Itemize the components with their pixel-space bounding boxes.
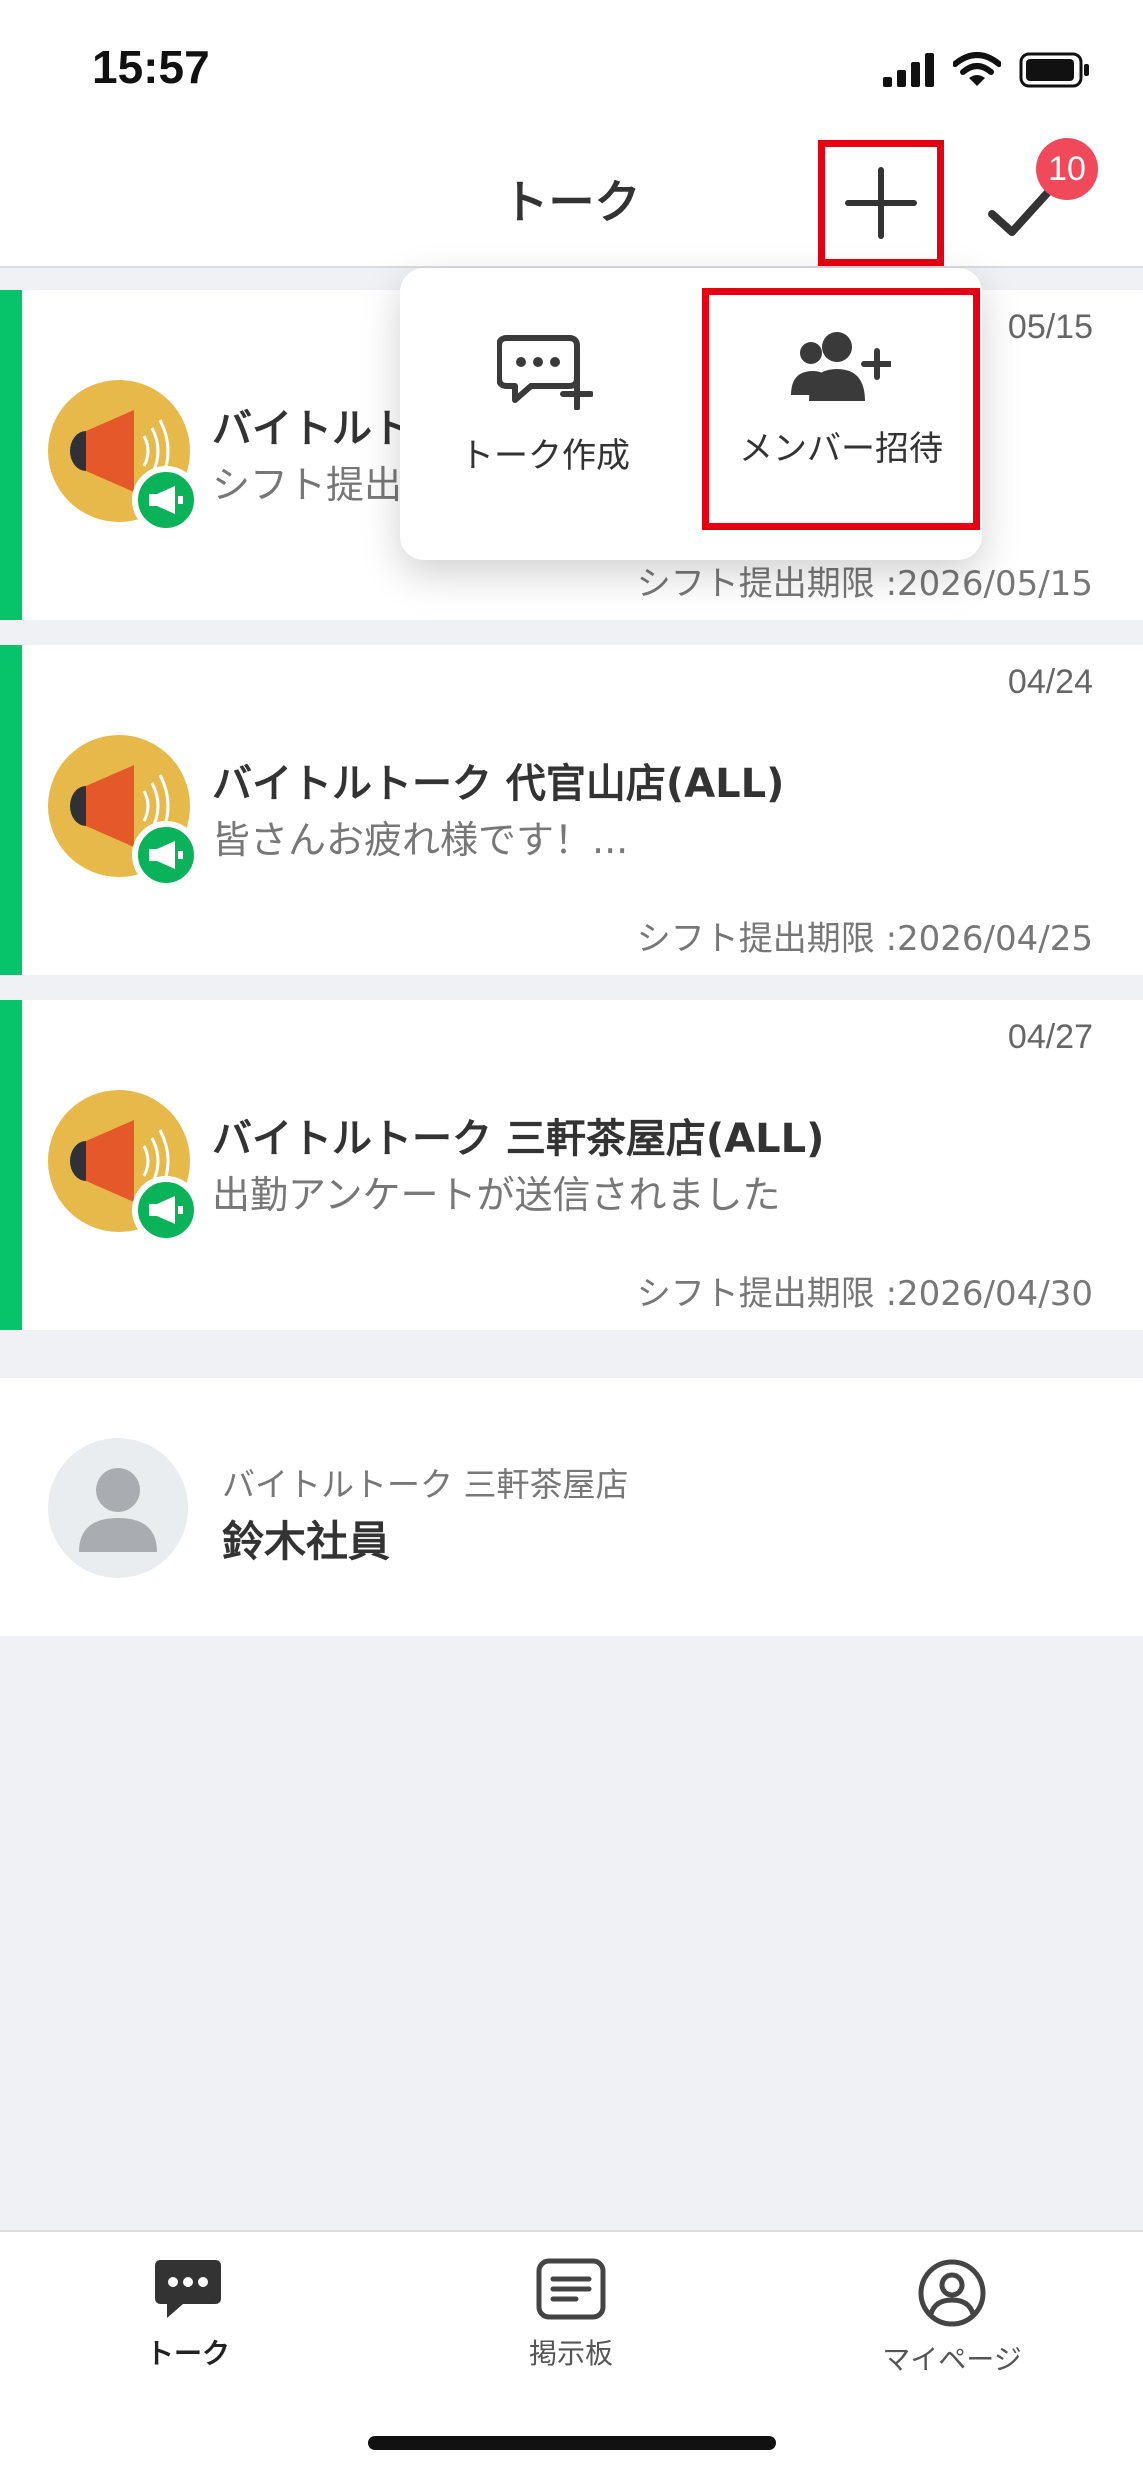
header: トーク [0,130,1143,268]
announcement-badge [132,1176,200,1244]
talk-date: 04/27 [1007,1018,1093,1056]
chat-plus-icon [497,335,593,410]
mini-megaphone-icon [149,486,183,514]
announcement-badge [132,466,200,534]
home-indicator [368,2436,776,2450]
shift-deadline: シフト提出期限 :2026/05/15 [636,564,1093,604]
create-talk-label: トーク作成 [460,436,630,476]
board-icon [536,2258,606,2320]
member-name: 鈴木社員 [222,1517,391,1566]
talk-last-message: 皆さんお疲れ様です！... [212,818,629,862]
tab-talk[interactable]: トーク [68,2258,308,2372]
talk-card[interactable]: 04/27 バイトルトーク 三軒茶屋店(ALL) 出勤アンケートが送信されました… [0,1000,1143,1330]
member-store: バイトルトーク 三軒茶屋店 [222,1465,629,1504]
tab-board[interactable]: 掲示板 [451,2258,691,2372]
group-avatar [48,380,200,534]
user-plus-icon [791,332,891,401]
tab-talk-label: トーク [145,2337,230,2370]
mini-megaphone-icon [149,841,183,869]
person-icon [79,1468,157,1552]
plus-icon [845,167,917,239]
shift-deadline: シフト提出期限 :2026/04/30 [636,1274,1093,1314]
page-title: トーク [502,175,641,229]
create-talk-button[interactable]: トーク作成 [400,268,690,560]
notification-badge: 10 [1036,138,1098,200]
wifi-icon [953,52,1001,86]
tab-board-label: 掲示板 [528,2337,613,2370]
unread-indicator [0,1000,22,1330]
talk-title: バイトルトーク 代官山店(ALL) [212,761,785,807]
battery-icon [1019,52,1089,88]
talk-title: バイトルトーク 三軒茶屋店(ALL) [212,1116,825,1162]
talk-date: 04/24 [1007,663,1093,701]
add-button[interactable] [818,140,944,266]
mini-megaphone-icon [149,1196,183,1224]
group-avatar [48,735,200,889]
add-popup-menu: トーク作成 メンバー招待 [400,268,982,560]
talk-title: バイトルト [212,406,412,452]
tab-mypage[interactable]: マイページ [832,2258,1072,2378]
talk-date: 05/15 [1007,308,1093,346]
member-row[interactable]: バイトルトーク 三軒茶屋店 鈴木社員 [0,1378,1143,1636]
announcement-badge [132,821,200,889]
status-bar: 15:57 [0,0,1143,130]
avatar [48,1438,188,1578]
signal-icon [883,53,934,87]
invite-member-button[interactable]: メンバー招待 [702,288,980,530]
unread-indicator [0,290,22,620]
status-time: 15:57 [92,41,210,93]
talk-card[interactable]: 04/24 バイトルトーク 代官山店(ALL) 皆さんお疲れ様です！... シフ… [0,645,1143,975]
tab-mypage-label: マイページ [882,2343,1022,2376]
status-icons [883,52,1091,88]
talk-last-message: シフト提出 [212,463,403,507]
unread-indicator [0,645,22,975]
shift-deadline: シフト提出期限 :2026/04/25 [636,919,1093,959]
group-avatar [48,1090,200,1244]
invite-member-label: メンバー招待 [739,429,943,469]
talk-last-message: 出勤アンケートが送信されました [212,1173,781,1217]
chat-icon [155,2260,221,2318]
profile-icon [918,2259,986,2327]
